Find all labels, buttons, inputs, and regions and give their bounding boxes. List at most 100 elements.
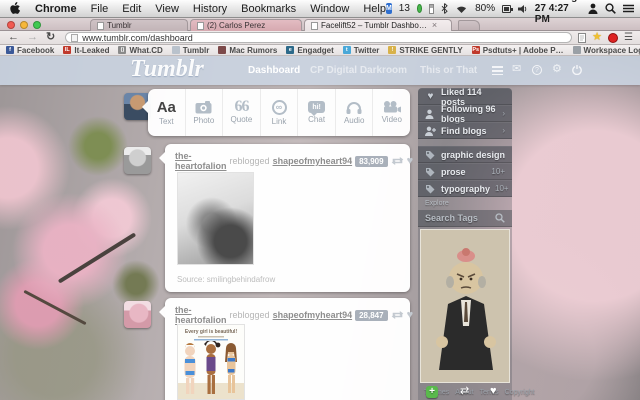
tumblr-dashboard-page: Tumblr Dashboard CP Digital Darkroom Thi…	[0, 56, 640, 400]
menu-chrome[interactable]: Chrome	[35, 3, 77, 15]
like-heart-icon[interactable]: ♥	[490, 386, 497, 397]
extension-icon[interactable]	[608, 32, 619, 43]
sidebar-tag-typography[interactable]: typography 10+	[418, 180, 512, 197]
tag-count: 10+	[491, 167, 505, 176]
bookmark-facebook[interactable]: f Facebook	[6, 46, 54, 55]
bookmark-engadget[interactable]: e Engadget	[286, 46, 334, 55]
tumblr-favicon	[171, 46, 180, 54]
compose-photo-button[interactable]: Photo	[186, 89, 224, 136]
note-count-badge[interactable]: 83,909	[355, 155, 388, 167]
bookmark-strike-gently[interactable]: ! STRIKE GENTLY	[388, 46, 463, 55]
compose-link-button[interactable]: ∞ Link	[261, 89, 299, 136]
nav-this-or-that[interactable]: This or That	[420, 65, 477, 76]
volume-icon[interactable]	[517, 4, 528, 14]
footer-copyright[interactable]: Copyright	[505, 389, 535, 396]
status-app-icon[interactable]	[416, 4, 423, 13]
compose-video-button[interactable]: Video	[373, 89, 410, 136]
back-button[interactable]: ←	[0, 32, 23, 43]
sidebar-tag-graphic-design[interactable]: graphic design	[418, 146, 512, 163]
spotlight-icon[interactable]	[605, 3, 616, 14]
bookmark-tumblr[interactable]: Tumblr	[171, 46, 209, 55]
search-tags-field[interactable]: Search Tags	[418, 210, 512, 227]
nav-dashboard[interactable]: Dashboard	[248, 65, 300, 76]
mail-count: 13	[398, 3, 410, 14]
compose-chat-button[interactable]: hi! Chat	[298, 89, 336, 136]
notification-center-icon[interactable]	[623, 4, 634, 13]
settings-gear-icon[interactable]: ⚙	[552, 64, 562, 75]
reblog-icon[interactable]	[391, 156, 404, 166]
it-leaked-favicon: IL	[63, 46, 72, 54]
address-bar[interactable]: www.tumblr.com/dashboard	[65, 32, 573, 43]
post-author-link[interactable]: the-heartofalion	[175, 151, 227, 171]
apple-menu-icon[interactable]	[10, 2, 21, 15]
menu-history[interactable]: History	[193, 3, 227, 15]
note-count-badge[interactable]: 28,847	[355, 309, 388, 321]
sidebar-divider	[418, 139, 512, 146]
radar-post-image[interactable]	[420, 229, 510, 383]
tumblr-logo[interactable]: Tumblr	[130, 56, 204, 83]
mail-app-icon[interactable]: M	[385, 3, 392, 14]
like-heart-icon[interactable]: ♥	[407, 309, 414, 321]
link-icon: ∞	[271, 99, 287, 115]
post-author-avatar[interactable]	[124, 301, 151, 328]
post-author-avatar[interactable]	[124, 147, 151, 174]
tumblr-header: Tumblr Dashboard CP Digital Darkroom Thi…	[0, 56, 640, 85]
chrome-menu-icon[interactable]: ☰	[624, 32, 633, 43]
menu-view[interactable]: View	[155, 3, 179, 15]
bookmark-mac-rumors[interactable]: Mac Rumors	[218, 46, 277, 55]
forward-button[interactable]: →	[23, 32, 42, 43]
minimize-window-button[interactable]	[20, 21, 28, 29]
like-heart-icon[interactable]: ♥	[407, 155, 414, 167]
post-photo[interactable]	[177, 172, 254, 265]
extension-page-icon[interactable]	[578, 32, 587, 43]
window-controls	[7, 21, 41, 29]
tab-tumblr[interactable]: Tumblr	[90, 19, 188, 31]
compose-audio-button[interactable]: Audio	[336, 89, 374, 136]
menu-edit[interactable]: Edit	[122, 3, 141, 15]
dashboard-list-icon[interactable]	[492, 66, 503, 75]
clipboard-menu-icon[interactable]	[429, 3, 435, 14]
reload-button[interactable]: ↻	[42, 32, 59, 43]
bookmarks-bar: f Facebook IL It-Leaked () What.CD Tumblr M…	[0, 45, 640, 56]
tag-icon	[425, 150, 436, 160]
menu-window[interactable]: Window	[310, 3, 349, 15]
reblog-icon[interactable]: ⇄	[460, 386, 469, 397]
sidebar-find-blogs[interactable]: Find blogs ›	[418, 122, 512, 139]
post-origin-link[interactable]: shapeofmyheart94	[273, 310, 353, 320]
menu-help[interactable]: Help	[363, 3, 386, 15]
bookmark-star-icon[interactable]: ★	[592, 32, 602, 43]
follow-plus-icon[interactable]: +	[426, 386, 438, 398]
sidebar-following-blogs[interactable]: Following 96 blogs ›	[418, 104, 512, 124]
post-source[interactable]: Source: smilingbehindafrow	[177, 275, 275, 284]
sidebar-liked-posts[interactable]: ♥ Liked 114 posts	[418, 87, 512, 107]
wifi-icon[interactable]	[455, 4, 468, 14]
bookmark-workspace-login[interactable]: Workspace Login	[572, 46, 640, 55]
user-icon[interactable]	[588, 3, 598, 14]
close-window-button[interactable]	[7, 21, 15, 29]
post-illustration[interactable]: Every girl is beautiful!	[177, 324, 245, 400]
nav-cp-digital-darkroom[interactable]: CP Digital Darkroom	[310, 65, 407, 76]
zoom-window-button[interactable]	[33, 21, 41, 29]
bookmark-twitter[interactable]: t Twitter	[342, 46, 379, 55]
twitter-favicon: t	[342, 46, 351, 54]
tab-carlos-perez[interactable]: (2) Carlos Perez	[190, 19, 302, 31]
bluetooth-icon[interactable]	[441, 3, 448, 14]
tag-count: 10+	[495, 184, 509, 193]
post-author-link[interactable]: the-heartofalion	[175, 305, 227, 325]
compose-quote-button[interactable]: 66 Quote	[223, 89, 261, 136]
bookmark-psdtuts[interactable]: Ps Psdtuts+ | Adobe P…	[471, 46, 564, 55]
logout-power-icon[interactable]	[572, 65, 582, 75]
reblog-icon[interactable]	[391, 310, 404, 320]
help-icon[interactable]: ?	[532, 65, 542, 75]
menu-file[interactable]: File	[91, 3, 109, 15]
messages-mail-icon[interactable]: ✉	[512, 64, 521, 75]
battery-icon[interactable]	[502, 4, 513, 13]
menu-bookmarks[interactable]: Bookmarks	[241, 3, 296, 15]
compose-text-button[interactable]: Aa Text	[148, 89, 186, 136]
bookmark-it-leaked[interactable]: IL It-Leaked	[63, 46, 109, 55]
sidebar-tag-prose[interactable]: prose 10+	[418, 163, 512, 180]
bookmark-whatcd[interactable]: () What.CD	[118, 46, 163, 55]
mac-menu-bar: Chrome File Edit View History Bookmarks …	[0, 0, 640, 25]
post-origin-link[interactable]: shapeofmyheart94	[273, 156, 353, 166]
menu-clock[interactable]: Mon Aug 27 4:27 PM	[535, 0, 581, 25]
